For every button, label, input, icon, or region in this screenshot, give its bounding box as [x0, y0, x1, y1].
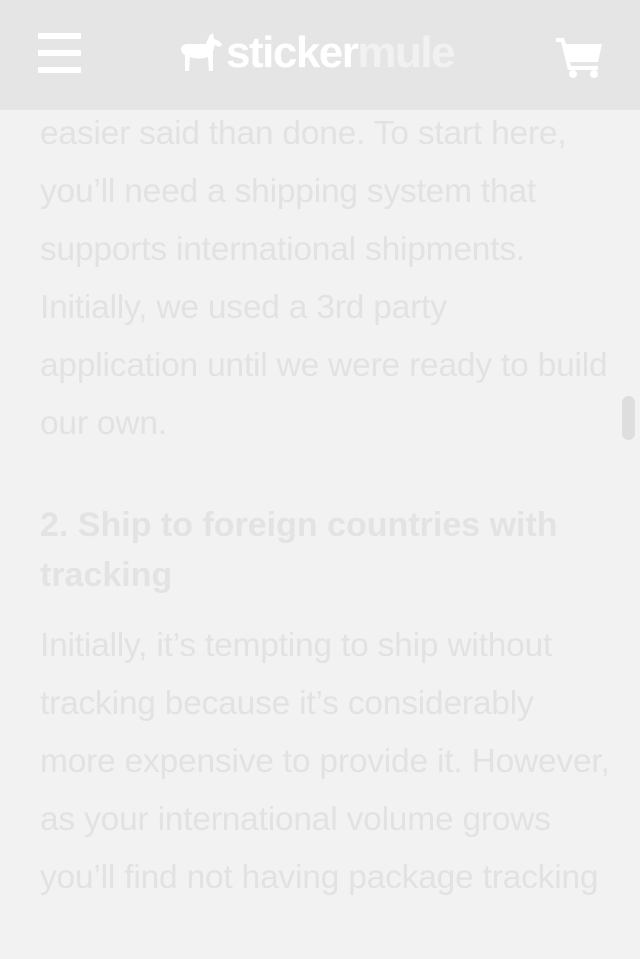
section-heading: 2. Ship to foreign countries with tracki… — [40, 506, 558, 594]
logo-text-mule: mule — [357, 28, 455, 77]
scrollbar-thumb[interactable] — [622, 396, 635, 440]
mule-logo-icon — [181, 33, 222, 71]
article-paragraph: easier said than done. To start here, yo… — [40, 115, 608, 442]
top-nav-bar: sticker mule — [0, 0, 640, 110]
shopping-cart-icon[interactable] — [556, 36, 604, 78]
stickermule-logo[interactable]: sticker mule — [180, 28, 456, 78]
article-paragraph: Initially, it’s tempting to ship without… — [40, 627, 610, 896]
hamburger-menu-icon[interactable] — [38, 33, 81, 73]
logo-text-sticker: sticker — [226, 28, 359, 77]
